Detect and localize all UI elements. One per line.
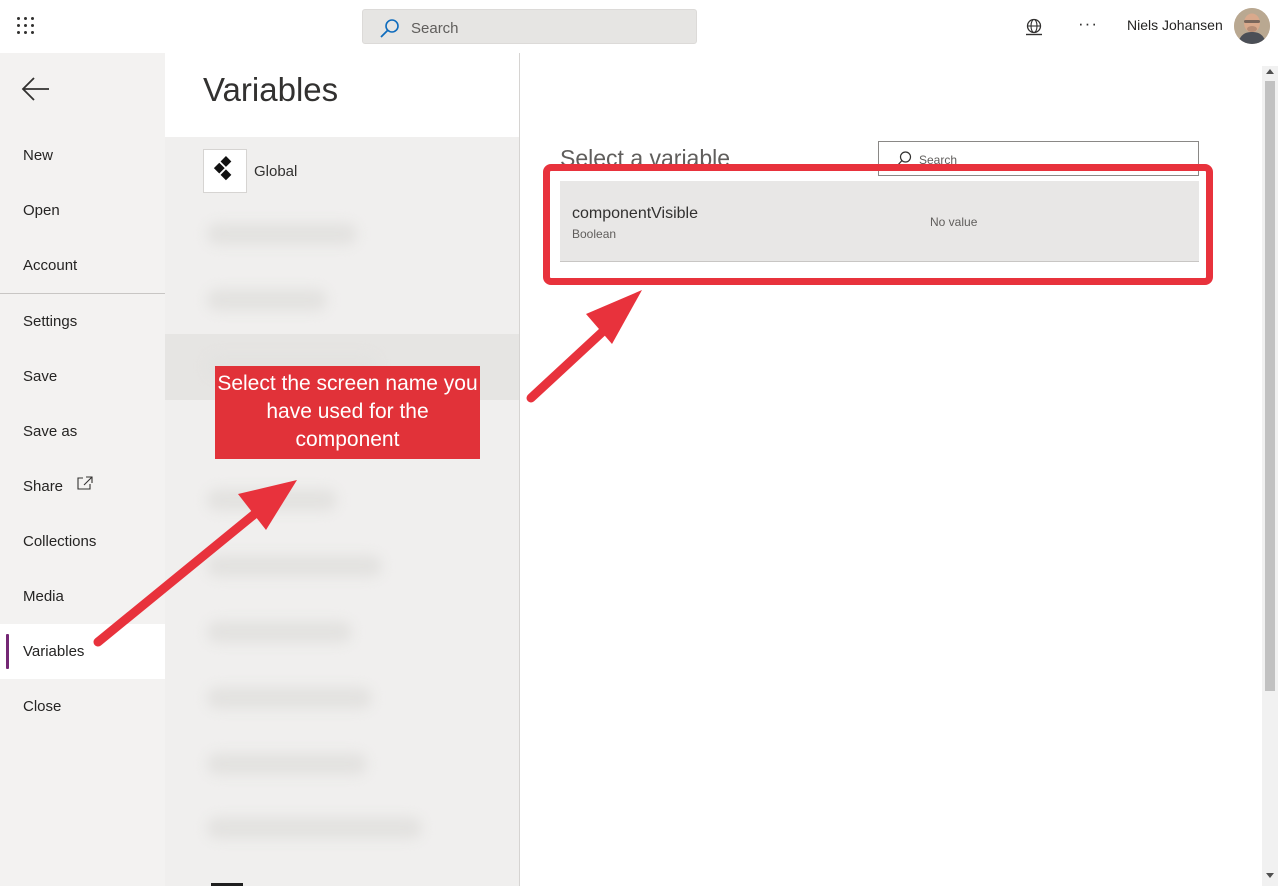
nav-item-label: Account xyxy=(23,257,78,274)
nav-item-label: Close xyxy=(23,698,62,715)
nav-item-media[interactable]: Media xyxy=(0,569,165,624)
more-options-icon[interactable]: ··· xyxy=(1076,14,1100,36)
blurred-scope-item[interactable] xyxy=(207,489,337,511)
blurred-scope-item[interactable] xyxy=(207,289,327,311)
global-search-box[interactable] xyxy=(362,9,697,44)
nav-item-open[interactable]: Open xyxy=(0,183,165,238)
user-name: Niels Johansen xyxy=(1127,17,1223,33)
active-indicator xyxy=(6,634,9,669)
nav-item-label: New xyxy=(23,147,54,164)
nav-item-save[interactable]: Save xyxy=(0,349,165,404)
nav-item-label: Settings xyxy=(23,313,78,330)
nav-item-label: Save xyxy=(23,368,58,385)
page-scrollbar[interactable] xyxy=(1262,66,1278,886)
nav-item-settings[interactable]: Settings xyxy=(0,294,165,349)
external-link-icon xyxy=(77,475,93,490)
panel-header: Variables xyxy=(165,53,519,137)
blurred-scope-item[interactable] xyxy=(207,555,382,577)
search-icon xyxy=(380,19,399,38)
annotation-highlight-box xyxy=(543,164,1213,285)
scope-item-global[interactable]: Global xyxy=(203,149,503,193)
scroll-down-icon[interactable] xyxy=(1266,873,1274,878)
nav-item-collections[interactable]: Collections xyxy=(0,514,165,569)
blurred-scope-item[interactable] xyxy=(207,621,352,643)
nav-item-account[interactable]: Account xyxy=(0,238,165,293)
nav-item-label: Collections xyxy=(23,533,97,550)
top-bar: ··· Niels Johansen xyxy=(0,0,1278,53)
backstage-nav: New Open Account Settings Save Save as S… xyxy=(0,53,165,886)
nav-item-close[interactable]: Close xyxy=(0,679,165,734)
back-arrow-icon[interactable] xyxy=(20,75,52,103)
scope-item-label: Global xyxy=(254,162,298,180)
user-avatar-icon xyxy=(1234,8,1270,44)
app-launcher-icon[interactable] xyxy=(16,16,36,36)
page-title: Variables xyxy=(203,71,339,108)
nav-item-new[interactable]: New xyxy=(0,128,165,183)
nav-item-variables[interactable]: Variables xyxy=(0,624,165,679)
blurred-scope-item[interactable] xyxy=(207,753,367,775)
environment-icon[interactable] xyxy=(1025,18,1043,36)
global-icon xyxy=(203,149,247,193)
nav-item-label: Share xyxy=(23,478,64,495)
avatar[interactable] xyxy=(1234,8,1270,44)
annotation-callout: Select the screen name you have used for… xyxy=(215,366,480,459)
scroll-thumb[interactable] xyxy=(1265,81,1275,691)
blurred-scope-item[interactable] xyxy=(207,223,357,245)
blurred-scope-item[interactable] xyxy=(207,687,372,709)
nav-item-save-as[interactable]: Save as xyxy=(0,404,165,459)
nav-item-label: Save as xyxy=(23,423,78,440)
global-search-input[interactable] xyxy=(411,17,681,39)
nav-item-share[interactable]: Share xyxy=(0,459,165,514)
variable-scope-panel: Variables Global xyxy=(165,53,520,886)
nav-item-label: Variables xyxy=(23,643,85,660)
scroll-up-icon[interactable] xyxy=(1266,69,1274,74)
nav-item-label: Open xyxy=(23,202,60,219)
nav-item-label: Media xyxy=(23,588,64,605)
blurred-scope-item[interactable] xyxy=(207,817,422,839)
